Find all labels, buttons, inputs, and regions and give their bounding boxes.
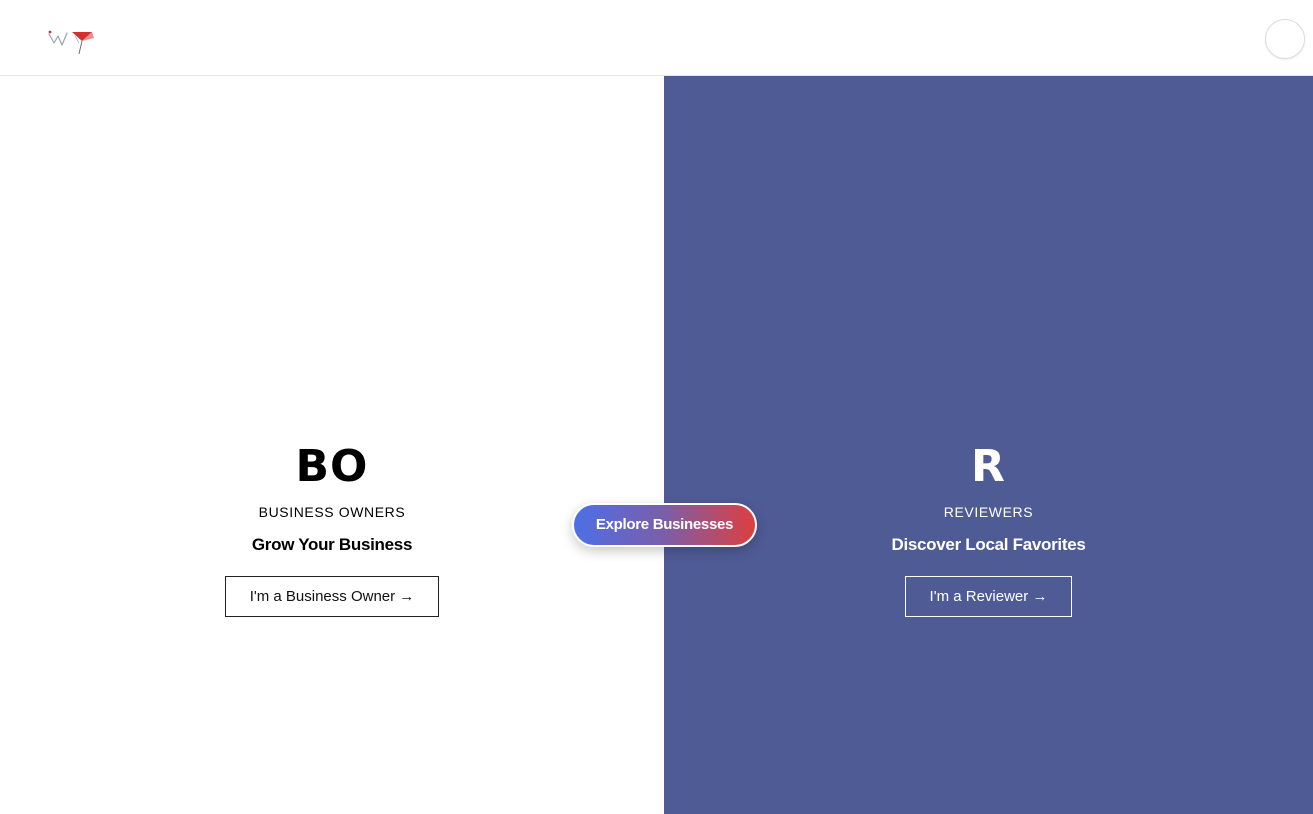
explore-businesses-button[interactable]: Explore Businesses [572, 503, 757, 547]
site-header [0, 0, 1313, 76]
reviewer-content: R REVIEWERS Discover Local Favorites I'm… [664, 441, 1313, 617]
business-owner-initials: BO [295, 441, 369, 492]
logo-icon[interactable] [46, 24, 98, 58]
reviewer-role-label: REVIEWERS [943, 504, 1034, 520]
business-owner-button[interactable]: I'm a Business Owner → [224, 576, 440, 617]
reviewer-initials: R [971, 441, 1006, 492]
reviewer-button[interactable]: I'm a Reviewer → [904, 576, 1073, 617]
profile-circle-icon[interactable] [1265, 19, 1305, 59]
reviewer-panel: R REVIEWERS Discover Local Favorites I'm… [664, 76, 1313, 814]
business-owner-role-label: BUSINESS OWNERS [258, 504, 406, 520]
logo-graphic [48, 30, 94, 55]
business-owner-panel: BO BUSINESS OWNERS Grow Your Business I'… [0, 76, 664, 814]
reviewer-tagline: Discover Local Favorites [891, 535, 1086, 554]
business-owner-content: BO BUSINESS OWNERS Grow Your Business I'… [0, 441, 664, 617]
business-owner-tagline: Grow Your Business [251, 535, 413, 554]
